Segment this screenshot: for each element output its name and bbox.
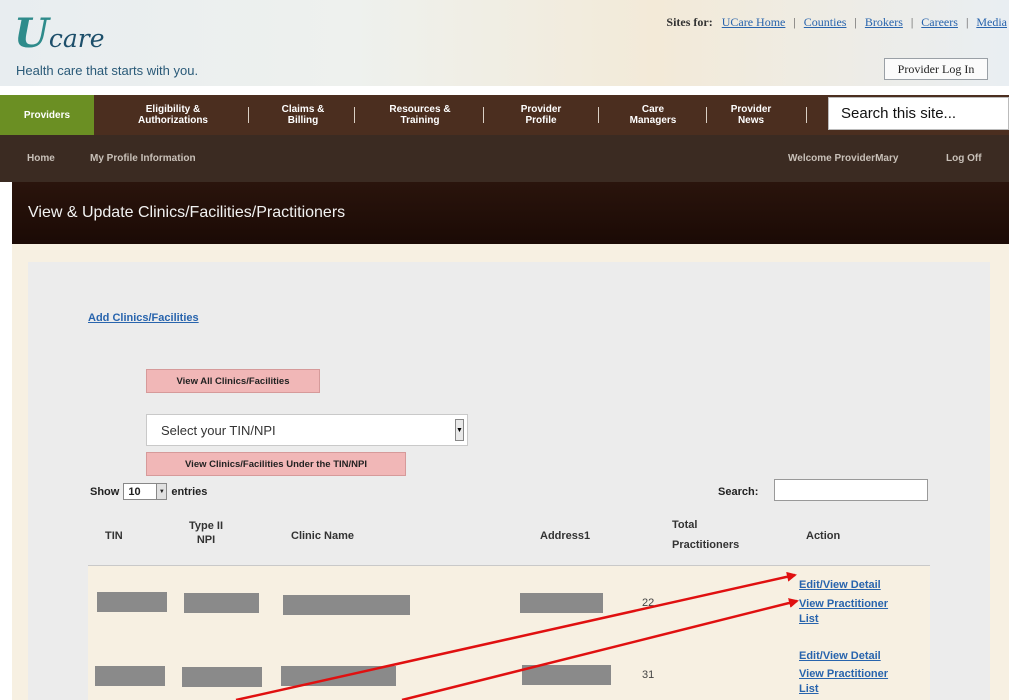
view-all-clinics-button[interactable]: View All Clinics/Facilities (146, 369, 320, 393)
nav-item-resources[interactable]: Resources & Training (362, 95, 478, 135)
welcome-text: Welcome ProviderMary (788, 153, 899, 164)
table-search-label: Search: (718, 486, 759, 498)
page-title: View & Update Clinics/Facilities/Practit… (28, 204, 346, 221)
col-header-total-practitioners[interactable]: Total Practitioners (672, 518, 764, 552)
entries-label: entries (171, 485, 208, 498)
col-header-total-line2: Practitioners (672, 539, 740, 551)
nav-divider (248, 107, 249, 123)
tagline: Health care that starts with you. (16, 63, 199, 78)
link-line2: List (799, 613, 819, 625)
site-link-media[interactable]: Media (976, 15, 1007, 29)
nav-label-line1: Care (641, 104, 665, 115)
sites-for-bar: Sites for: UCare Home | Counties | Brokers | C… (666, 15, 1007, 29)
redacted-npi (182, 667, 262, 687)
page-title-band: View & Update Clinics/Facilities/Practit… (12, 182, 1009, 244)
nav-divider (806, 107, 807, 123)
site-link-careers[interactable]: Careers (921, 15, 958, 29)
redacted-npi (184, 593, 259, 613)
nav-divider (354, 107, 355, 123)
nav-label-line1: Provider (520, 104, 562, 115)
tin-npi-select[interactable]: Select your TIN/NPI ▼ (146, 414, 468, 446)
site-search-input[interactable]: Search this site... (828, 97, 1009, 130)
redacted-address (520, 593, 603, 613)
nav-label-line2: News (737, 115, 765, 126)
nav-label-line2: Billing (287, 115, 319, 126)
col-header-total-line1: Total (672, 519, 698, 531)
view-practitioner-list-link[interactable]: View Practitioner List (799, 667, 888, 697)
show-entries-control: Show 10 ▼ entries (90, 483, 207, 500)
edit-view-detail-link[interactable]: Edit/View Detail (799, 578, 881, 593)
col-header-address1[interactable]: Address1 (540, 529, 590, 543)
redacted-tin (95, 666, 165, 686)
provider-login-button[interactable]: Provider Log In (884, 58, 988, 80)
subnav-home-link[interactable]: Home (27, 135, 55, 182)
nav-item-eligibility[interactable]: Eligibility & Authorizations (110, 95, 236, 135)
dropdown-arrow-icon[interactable]: ▼ (455, 419, 464, 441)
entries-value: 10 (128, 485, 141, 498)
link-line2: List (799, 683, 819, 695)
nav-item-providers[interactable]: Providers (0, 95, 94, 135)
col-header-npi-line2: NPI (196, 534, 216, 546)
nav-item-claims[interactable]: Claims & Billing (262, 95, 344, 135)
edit-view-detail-link[interactable]: Edit/View Detail (799, 649, 881, 664)
col-header-clinic-name[interactable]: Clinic Name (291, 529, 354, 543)
redacted-tin (97, 592, 167, 612)
col-header-tin[interactable]: TIN (105, 529, 123, 543)
nav-item-provider-news[interactable]: Provider News (712, 95, 790, 135)
nav-label-line1: Provider (730, 104, 772, 115)
table-search-input[interactable] (774, 479, 928, 501)
nav-label-line2: Profile (525, 115, 557, 126)
col-header-npi[interactable]: Type II NPI (186, 519, 226, 547)
nav-label-line1: Resources & (389, 104, 451, 115)
col-header-npi-line1: Type II (188, 520, 224, 532)
nav-label-line2: Authorizations (138, 115, 208, 126)
sub-nav: Home My Profile Information Welcome Prov… (0, 135, 1009, 182)
redacted-clinic-name (283, 595, 410, 615)
site-link-ucare-home[interactable]: UCare Home (722, 15, 786, 29)
logo-mark: U (14, 10, 49, 57)
nav-divider (483, 107, 484, 123)
total-practitioners-value: 22 (642, 597, 655, 609)
nav-label-line2: Training (400, 115, 440, 126)
site-link-brokers[interactable]: Brokers (865, 15, 903, 29)
nav-label-line1: Eligibility & (145, 104, 201, 115)
total-practitioners-value: 31 (642, 669, 655, 681)
ucare-logo[interactable]: U care (14, 14, 105, 54)
link-line1: View Practitioner (799, 668, 889, 680)
nav-divider (598, 107, 599, 123)
nav-divider (706, 107, 707, 123)
redacted-clinic-name (281, 666, 396, 686)
nav-label-line1: Claims & (281, 104, 325, 115)
nav-item-provider-profile[interactable]: Provider Profile (493, 95, 589, 135)
link-line1: View Practitioner (799, 598, 889, 610)
show-label: Show (90, 485, 120, 498)
sites-for-label: Sites for: (666, 15, 713, 29)
logoff-link[interactable]: Log Off (946, 135, 982, 182)
select-placeholder: Select your TIN/NPI (161, 422, 276, 438)
redacted-address (522, 665, 611, 685)
view-practitioner-list-link[interactable]: View Practitioner List (799, 597, 888, 627)
logo-wordmark: care (48, 24, 105, 53)
entries-select[interactable]: 10 ▼ (123, 483, 168, 500)
nav-item-care-managers[interactable]: Care Managers (608, 95, 698, 135)
site-header: U care Health care that starts with you.… (0, 0, 1009, 86)
add-clinics-link[interactable]: Add Clinics/Facilities (88, 312, 199, 324)
dropdown-arrow-icon[interactable]: ▼ (156, 484, 167, 499)
col-header-action[interactable]: Action (806, 529, 840, 543)
view-under-tin-button[interactable]: View Clinics/Facilities Under the TIN/NP… (146, 452, 406, 476)
site-link-counties[interactable]: Counties (804, 15, 847, 29)
nav-label-line2: Managers (629, 115, 677, 126)
subnav-profile-link[interactable]: My Profile Information (90, 135, 196, 182)
